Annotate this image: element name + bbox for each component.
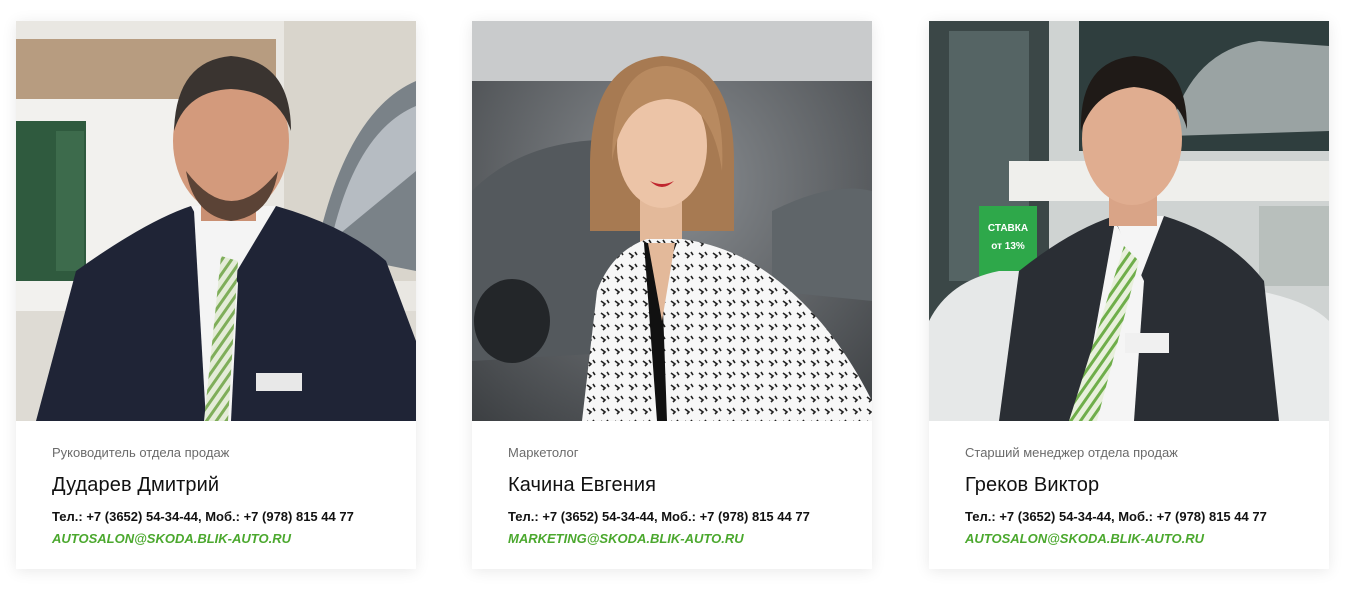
staff-info: Руководитель отдела продаж Дударев Дмитр… <box>52 445 396 548</box>
staff-card: Маркетолог Качина Евгения Тел.: +7 (3652… <box>472 21 872 569</box>
staff-photo <box>16 21 416 421</box>
staff-photo <box>472 21 872 421</box>
staff-photo: СТАВКА от 13% <box>929 21 1329 421</box>
staff-info: Маркетолог Качина Евгения Тел.: +7 (3652… <box>508 445 852 548</box>
staff-grid: Руководитель отдела продаж Дударев Дмитр… <box>0 0 1346 591</box>
staff-position: Старший менеджер отдела продаж <box>965 445 1178 460</box>
staff-name: Качина Евгения <box>508 474 657 496</box>
staff-email-link[interactable]: AUTOSALON@SKODA.BLIK-AUTO.RU <box>965 531 1204 547</box>
staff-card: СТАВКА от 13% Старший менеджер отдела пр… <box>929 21 1329 569</box>
staff-card: Руководитель отдела продаж Дударев Дмитр… <box>16 21 416 569</box>
staff-phones: Тел.: +7 (3652) 54-34-44, Моб.: +7 (978)… <box>508 509 810 524</box>
staff-position: Маркетолог <box>508 445 579 460</box>
staff-email-link[interactable]: MARKETING@SKODA.BLIK-AUTO.RU <box>508 531 744 547</box>
promo-sign-line2: от 13% <box>991 241 1025 252</box>
staff-info: Старший менеджер отдела продаж Греков Ви… <box>965 445 1309 548</box>
staff-position: Руководитель отдела продаж <box>52 445 230 460</box>
staff-phones: Тел.: +7 (3652) 54-34-44, Моб.: +7 (978)… <box>52 509 354 524</box>
staff-phones: Тел.: +7 (3652) 54-34-44, Моб.: +7 (978)… <box>965 509 1267 524</box>
staff-name: Дударев Дмитрий <box>52 474 220 496</box>
promo-sign-line1: СТАВКА <box>988 223 1028 234</box>
staff-name: Греков Виктор <box>965 474 1100 496</box>
staff-email-link[interactable]: AUTOSALON@SKODA.BLIK-AUTO.RU <box>52 531 291 547</box>
